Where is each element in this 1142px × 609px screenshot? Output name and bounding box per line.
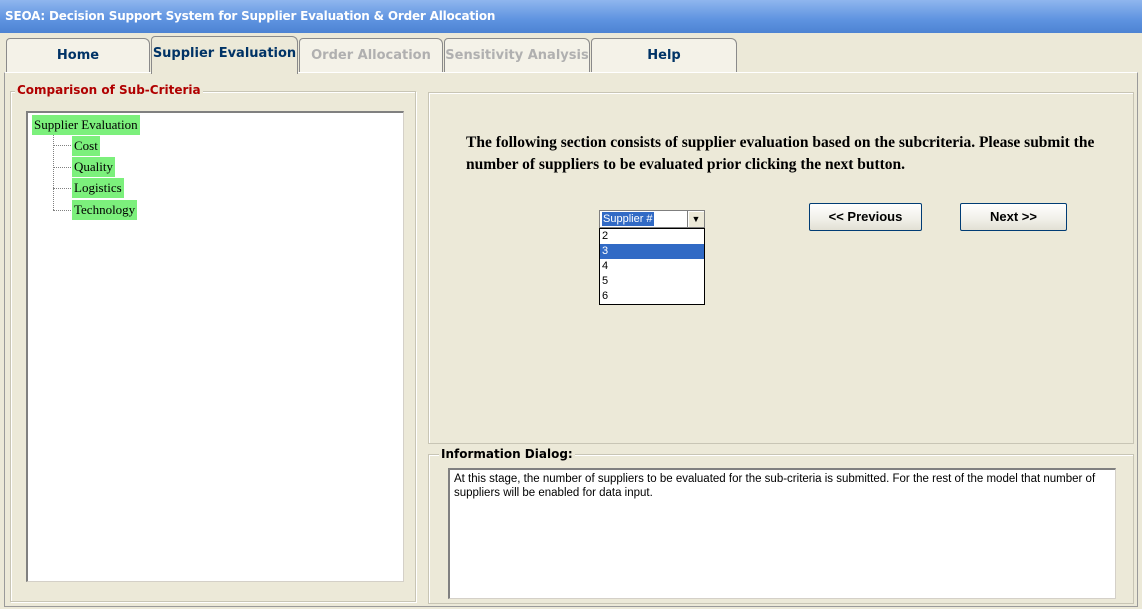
window-title: SEOA: Decision Support System for Suppli… [0,0,1142,33]
supplier-count-value: Supplier # [602,212,654,226]
tab-order-allocation: Order Allocation [299,38,443,73]
tab-sensitivity-analysis: Sensitivity Analysis [444,38,590,73]
instruction-text: The following section consists of suppli… [466,134,1095,173]
supplier-option[interactable]: 6 [600,289,704,304]
tree-connector [53,145,71,146]
tree-connector [53,135,54,210]
supplier-option[interactable]: 4 [600,259,704,274]
supplier-option-selected[interactable]: 3 [600,244,704,259]
tab-home[interactable]: Home [6,38,150,73]
supplier-option[interactable]: 5 [600,274,704,289]
information-dialog-text: At this stage, the number of suppliers t… [448,468,1116,599]
supplier-count-panel: The following section consists of suppli… [428,92,1134,444]
tree-node-quality[interactable]: Quality [72,157,115,177]
tree-node-cost[interactable]: Cost [72,136,100,156]
sub-criteria-tree[interactable]: Supplier Evaluation Cost Quality Logisti… [26,111,404,582]
tree-node-logistics[interactable]: Logistics [72,178,124,198]
tree-connector [53,188,71,189]
dropdown-arrow-icon[interactable]: ▼ [687,210,705,228]
main-window: Home Supplier Evaluation Order Allocatio… [0,33,1142,609]
tab-supplier-evaluation[interactable]: Supplier Evaluation [151,36,298,74]
supplier-count-options[interactable]: 2 3 4 5 6 [599,228,705,305]
tab-panel: Comparison of Sub-Criteria Supplier Eval… [4,72,1138,607]
previous-button[interactable]: << Previous [809,203,922,231]
sub-criteria-group: Comparison of Sub-Criteria Supplier Eval… [10,83,416,602]
tab-help[interactable]: Help [591,38,737,73]
supplier-count-select[interactable]: Supplier # ▼ [599,210,705,228]
information-dialog-title: Information Dialog: [439,447,575,461]
tree-connector [53,210,71,211]
supplier-option[interactable]: 2 [600,229,704,244]
information-dialog-group: Information Dialog: At this stage, the n… [428,447,1134,604]
next-button[interactable]: Next >> [960,203,1067,231]
tree-connector [53,167,71,168]
tree-node-technology[interactable]: Technology [72,200,138,220]
tree-node-supplier-evaluation[interactable]: Supplier Evaluation [32,115,140,135]
sub-criteria-group-title: Comparison of Sub-Criteria [15,83,203,97]
